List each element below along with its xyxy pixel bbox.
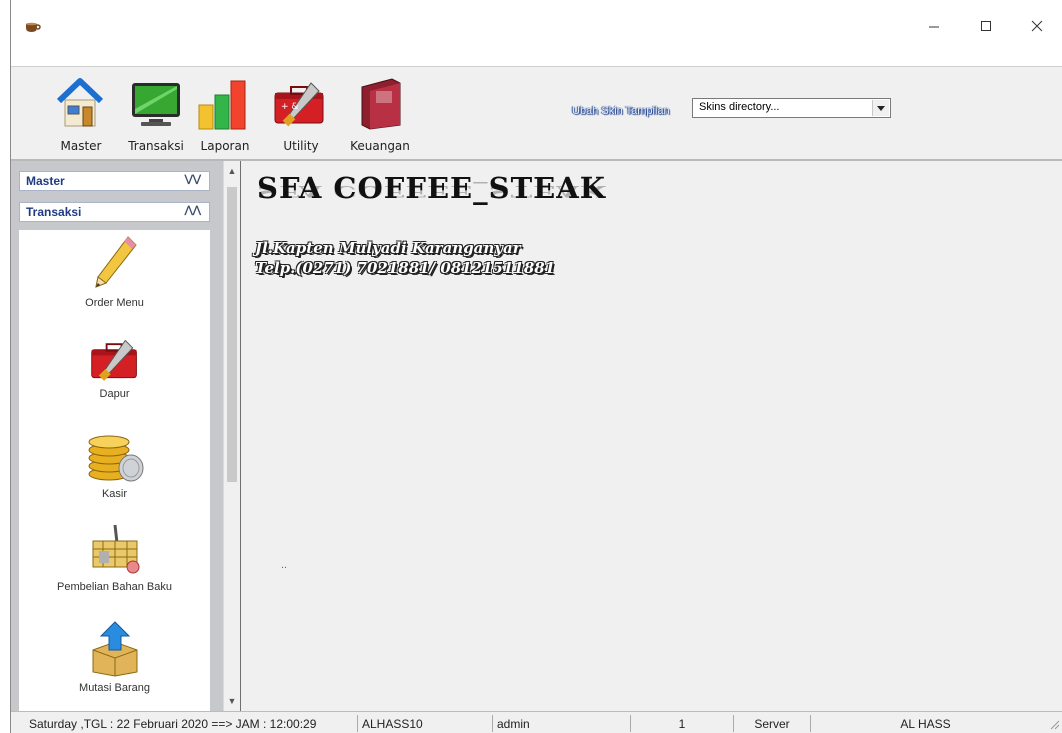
minimize-button[interactable]: [919, 14, 949, 38]
keuangan-label: Keuangan: [350, 139, 410, 153]
title-bar: [11, 0, 1062, 67]
sidebar-item-label: Kasir: [101, 488, 128, 500]
house-icon: [56, 78, 104, 127]
transaksi-panel: Order Menu Dapur Kasir Pembelian Bahan B…: [19, 230, 210, 711]
sidebar-scrollbar[interactable]: ▲ ▼: [223, 161, 240, 711]
chevron-up-icon[interactable]: ▲: [224, 163, 240, 179]
main-content: SFA COFFEE_STEAK SFA COFFEE_STEAK Jl.Kap…: [240, 161, 1062, 711]
app-window: Master Transaksi Laporan + & Utility Keu…: [10, 0, 1062, 733]
close-button[interactable]: [1022, 14, 1052, 38]
maximize-icon: [981, 21, 991, 31]
pencil-icon: [94, 236, 137, 288]
dots-text: ..: [281, 559, 288, 571]
transaksi-button[interactable]: Transaksi: [120, 73, 192, 157]
sidebar-item-label: Pembelian Bahan Baku: [57, 581, 172, 593]
group-header-transaksi[interactable]: Transaksi ⋀⋀: [19, 202, 210, 222]
master-button[interactable]: Master: [45, 73, 117, 157]
phone-text: Telp.(0271) 7021881/ 08121511881: [255, 259, 556, 277]
chevron-double-up-icon[interactable]: ⋀⋀: [185, 205, 201, 216]
status-computer: ALHASS10: [357, 715, 495, 732]
status-number: 1: [630, 715, 733, 732]
sidebar-item-pembelian-bahan-baku[interactable]: Pembelian Bahan Baku: [19, 523, 210, 593]
sidebar-item-order-menu[interactable]: Order Menu: [19, 233, 210, 309]
skin-select[interactable]: Skins directory...: [692, 98, 891, 118]
dropdown-arrow-icon[interactable]: [872, 100, 889, 116]
book-icon: [361, 78, 401, 130]
toolbox-icon: + &: [274, 82, 324, 127]
laporan-label: Laporan: [200, 139, 250, 153]
sidebar-item-mutasi-barang[interactable]: Mutasi Barang: [19, 620, 210, 694]
laporan-button[interactable]: Laporan: [193, 73, 257, 157]
status-datetime: Saturday ,TGL : 22 Februari 2020 ==> JAM…: [29, 717, 317, 731]
box-arrow-icon: [92, 621, 137, 677]
coins-icon: [88, 435, 143, 482]
transaksi-label: Transaksi: [128, 139, 184, 153]
maximize-button[interactable]: [971, 14, 1001, 38]
keuangan-button[interactable]: Keuangan: [344, 73, 416, 157]
monitor-icon: [132, 83, 180, 126]
address-text: Jl.Kapten Mulyadi Karanganyar: [255, 239, 521, 257]
bar-chart-icon: [198, 80, 246, 130]
chevron-double-down-icon[interactable]: ⋁⋁: [185, 174, 201, 185]
utility-button[interactable]: + & Utility: [269, 73, 333, 157]
coffee-cup-icon: [25, 20, 41, 38]
skin-label: Ubah Skin Tampilan: [572, 105, 670, 117]
status-server: Server: [733, 715, 810, 732]
status-user: admin: [492, 715, 630, 732]
minimize-icon: [929, 26, 939, 28]
svg-text:+ &: + &: [281, 102, 298, 112]
group-header-label: Master: [26, 174, 65, 188]
brand-title-reflection: SFA COFFEE_STEAK: [257, 182, 606, 201]
utility-label: Utility: [283, 139, 319, 153]
group-header-master[interactable]: Master ⋁⋁: [19, 171, 210, 191]
toolbox-icon: [90, 339, 137, 381]
sidebar: Master ⋁⋁ Transaksi ⋀⋀ Order Menu Dapur …: [11, 161, 223, 711]
skin-select-value: Skins directory...: [699, 101, 780, 113]
sidebar-item-label: Order Menu: [85, 297, 144, 309]
status-company: AL HASS: [810, 715, 1040, 732]
chevron-down-icon[interactable]: ▼: [224, 693, 240, 709]
close-icon: [1031, 20, 1043, 32]
sidebar-item-label: Mutasi Barang: [79, 682, 150, 694]
sidebar-item-kasir[interactable]: Kasir: [19, 428, 210, 500]
main-toolbar: Master Transaksi Laporan + & Utility Keu…: [11, 67, 1062, 161]
status-bar: Saturday ,TGL : 22 Februari 2020 ==> JAM…: [11, 711, 1062, 733]
group-header-label: Transaksi: [26, 205, 82, 219]
scrollbar-thumb[interactable]: [227, 187, 237, 482]
sidebar-item-label: Dapur: [99, 388, 130, 400]
basket-icon: [92, 524, 139, 574]
resize-grip-icon[interactable]: [1048, 718, 1060, 730]
sidebar-item-dapur[interactable]: Dapur: [19, 336, 210, 400]
master-label: Master: [60, 139, 102, 153]
